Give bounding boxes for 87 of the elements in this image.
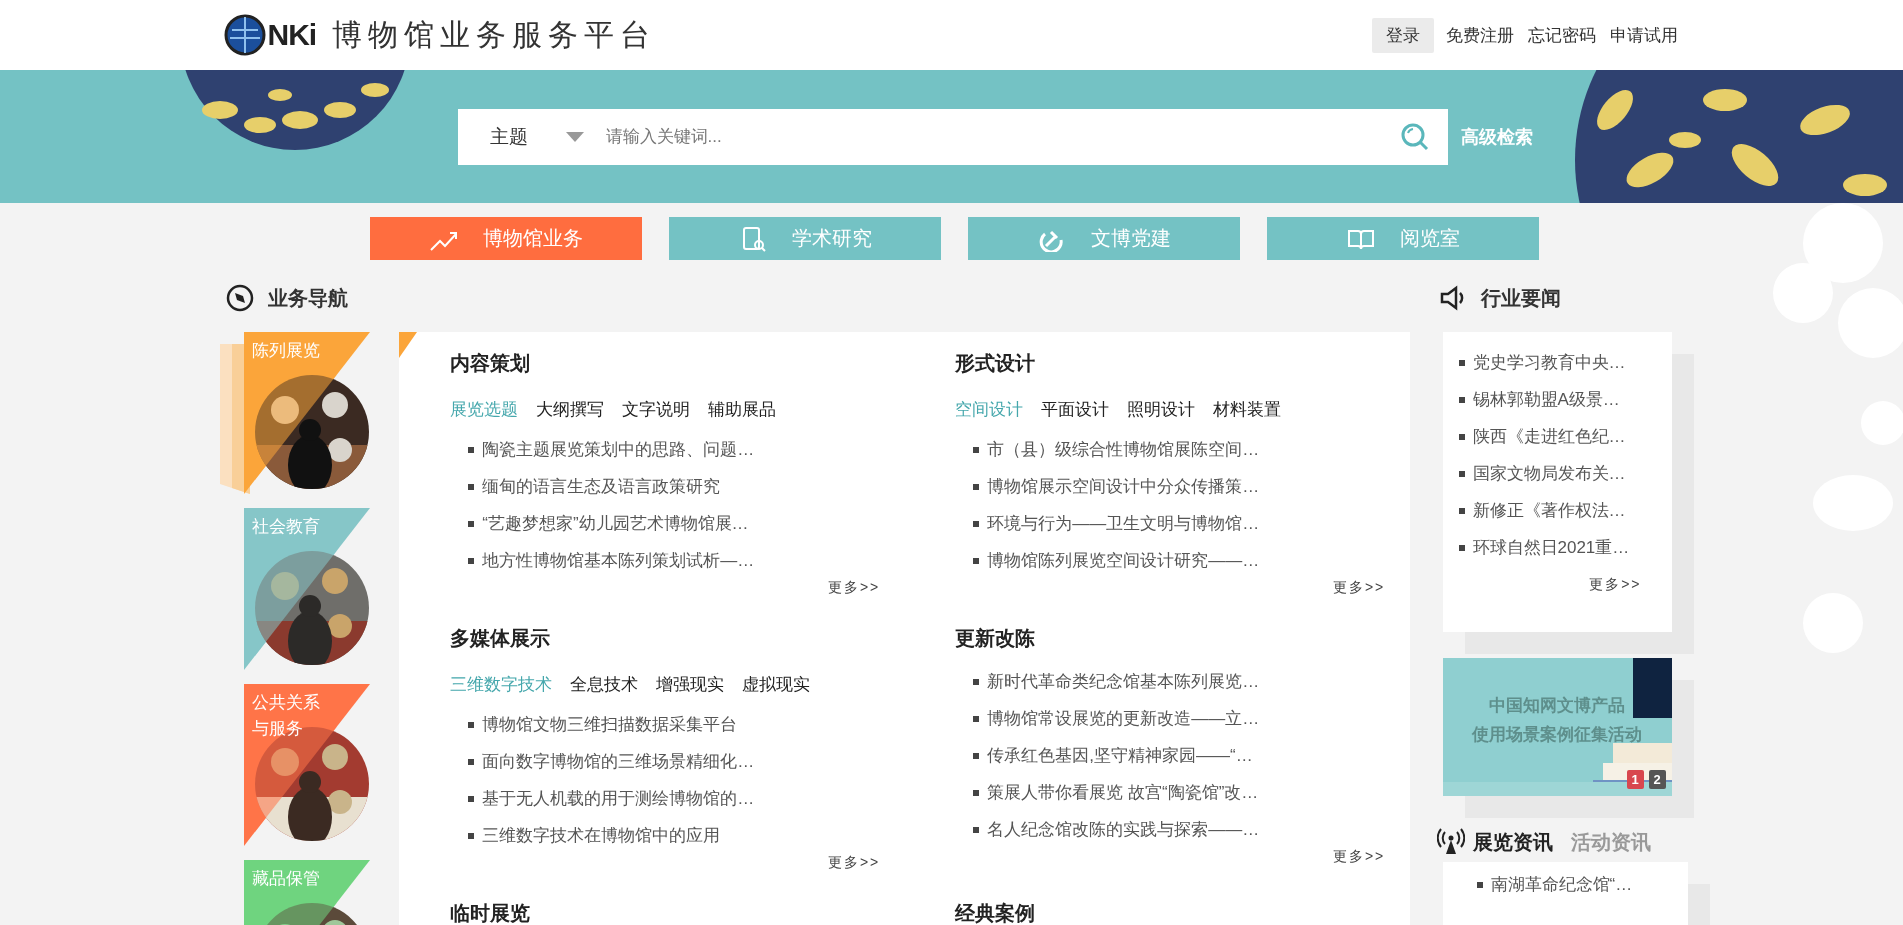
site-title: 博物馆业务服务平台 <box>332 16 657 53</box>
subcategory-tab[interactable]: 全息技术 <box>570 673 639 696</box>
article-link[interactable]: 博物馆陈列展览空间设计研究——… <box>987 549 1260 572</box>
article-link[interactable]: 市（县）级综合性博物馆展陈空间… <box>987 438 1260 461</box>
bullet-icon <box>973 678 980 685</box>
article-link[interactable]: 传承红色基因,坚守精神家园——“… <box>987 744 1253 767</box>
bullet-icon <box>973 557 980 564</box>
globe-icon <box>223 14 266 56</box>
article-link[interactable]: “艺趣梦想家”幼儿园艺术博物馆展… <box>482 512 749 535</box>
bullet-icon <box>1458 470 1465 477</box>
bullet-icon <box>468 520 475 527</box>
section-heading: 业务导航 <box>267 285 348 311</box>
section-title: 经典案例 <box>955 901 1037 925</box>
article-link[interactable]: 三维数字技术在博物馆中的应用 <box>482 824 721 847</box>
bullet-icon <box>973 789 980 796</box>
article-link[interactable]: 名人纪念馆改陈的实践与探索——… <box>987 818 1260 841</box>
search-bar[interactable]: 主题 请输入关键词... <box>457 108 1448 165</box>
bullet-icon <box>1458 359 1465 366</box>
banner-text: 使用场景案例征集活动 <box>1472 724 1642 746</box>
subcategory-tab[interactable]: 平面设计 <box>1041 398 1110 421</box>
header-link[interactable]: 申请试用 <box>1607 23 1680 47</box>
bullet-icon <box>973 826 980 833</box>
bullet-icon <box>468 758 475 765</box>
bullet-icon <box>1458 433 1465 440</box>
search-icon <box>1399 121 1430 152</box>
bullet-icon <box>468 832 475 839</box>
article-link[interactable]: 面向数字博物馆的三维场景精细化… <box>482 750 755 773</box>
bullet-icon <box>468 557 475 564</box>
more-link[interactable]: 更多>> <box>827 854 881 872</box>
article-link[interactable]: 博物馆常设展览的更新改造——立… <box>987 707 1260 730</box>
antenna-icon <box>1436 828 1465 856</box>
bullet-icon <box>468 721 475 728</box>
news-link[interactable]: 锡林郭勒盟A级景… <box>1472 388 1620 411</box>
section-title: 多媒体展示 <box>450 626 552 651</box>
bullet-icon <box>468 446 475 453</box>
article-link[interactable]: 策展人带你看展览 故宫“陶瓷馆”改… <box>987 781 1259 804</box>
news-link[interactable]: 国家文物局发布关… <box>1472 462 1626 485</box>
bullet-icon <box>973 520 980 527</box>
news-link[interactable]: 环球自然日2021重… <box>1472 536 1630 559</box>
subcategory-tab[interactable]: 增强现实 <box>656 673 725 696</box>
bullet-icon <box>468 483 475 490</box>
article-link[interactable]: 地方性博物馆基本陈列策划试析—… <box>482 549 755 572</box>
news-link[interactable]: 新修正《著作权法… <box>1472 499 1626 522</box>
bullet-icon <box>1458 507 1465 514</box>
article-link[interactable]: 新时代革命类纪念馆基本陈列展览… <box>987 670 1260 693</box>
news-link[interactable]: 党史学习教育中央… <box>1472 351 1626 374</box>
search-type-dropdown[interactable]: 主题 <box>457 123 604 150</box>
news-link[interactable]: 陕西《走进红色纪… <box>1472 425 1626 448</box>
caret-icon <box>565 131 584 142</box>
bullet-icon <box>973 752 980 759</box>
login-button[interactable]: 登录 <box>1371 17 1434 53</box>
banner-text: 中国知网文博产品 <box>1489 695 1625 717</box>
bullet-icon <box>1458 396 1465 403</box>
article-link[interactable]: 环境与行为——卫生文明与博物馆… <box>987 512 1260 535</box>
article-link[interactable]: 博物馆展示空间设计中分众传播策… <box>987 475 1260 498</box>
article-link[interactable]: 博物馆文物三维扫描数据采集平台 <box>482 713 738 736</box>
more-link[interactable]: 更多>> <box>1332 848 1386 866</box>
more-link[interactable]: 更多>> <box>1332 579 1386 597</box>
bullet-icon <box>468 795 475 802</box>
subcategory-tab[interactable]: 照明设计 <box>1127 398 1196 421</box>
article-link[interactable]: 基于无人机载的用于测绘博物馆的… <box>482 787 755 810</box>
subcategory-tab[interactable]: 材料装置 <box>1213 398 1282 421</box>
article-link[interactable]: 缅甸的语言生态及语言政策研究 <box>482 475 721 498</box>
corner-mark <box>399 332 418 358</box>
bullet-icon <box>1458 544 1465 551</box>
section-title: 形式设计 <box>955 351 1037 376</box>
section-title: 临时展览 <box>450 901 532 925</box>
more-link[interactable]: 更多>> <box>827 579 881 597</box>
section-heading: 行业要闻 <box>1480 285 1561 311</box>
subcategory-tab[interactable]: 大纲撰写 <box>536 398 605 421</box>
bullet-icon <box>973 446 980 453</box>
header-link[interactable]: 忘记密码 <box>1525 23 1598 47</box>
news-link[interactable]: 南湖革命纪念馆“… <box>1490 873 1633 896</box>
article-link[interactable]: 陶瓷主题展览策划中的思路、问题… <box>482 438 755 461</box>
logo-text: NKi <box>267 18 317 52</box>
subcategory-tab[interactable]: 文字说明 <box>622 398 691 421</box>
news-tab[interactable]: 展览资讯 <box>1472 829 1553 856</box>
section-title: 更新改陈 <box>955 626 1037 651</box>
section-title: 内容策划 <box>450 351 532 376</box>
bullet-icon <box>973 483 980 490</box>
more-link[interactable]: 更多>> <box>1589 576 1642 594</box>
bullet-icon <box>1476 881 1483 888</box>
bullet-icon <box>973 715 980 722</box>
compass-icon <box>225 284 254 312</box>
header-link[interactable]: 免费注册 <box>1443 23 1516 47</box>
subcategory-tab[interactable]: 辅助展品 <box>708 398 777 421</box>
subcategory-tab[interactable]: 虚拟现实 <box>742 673 811 696</box>
